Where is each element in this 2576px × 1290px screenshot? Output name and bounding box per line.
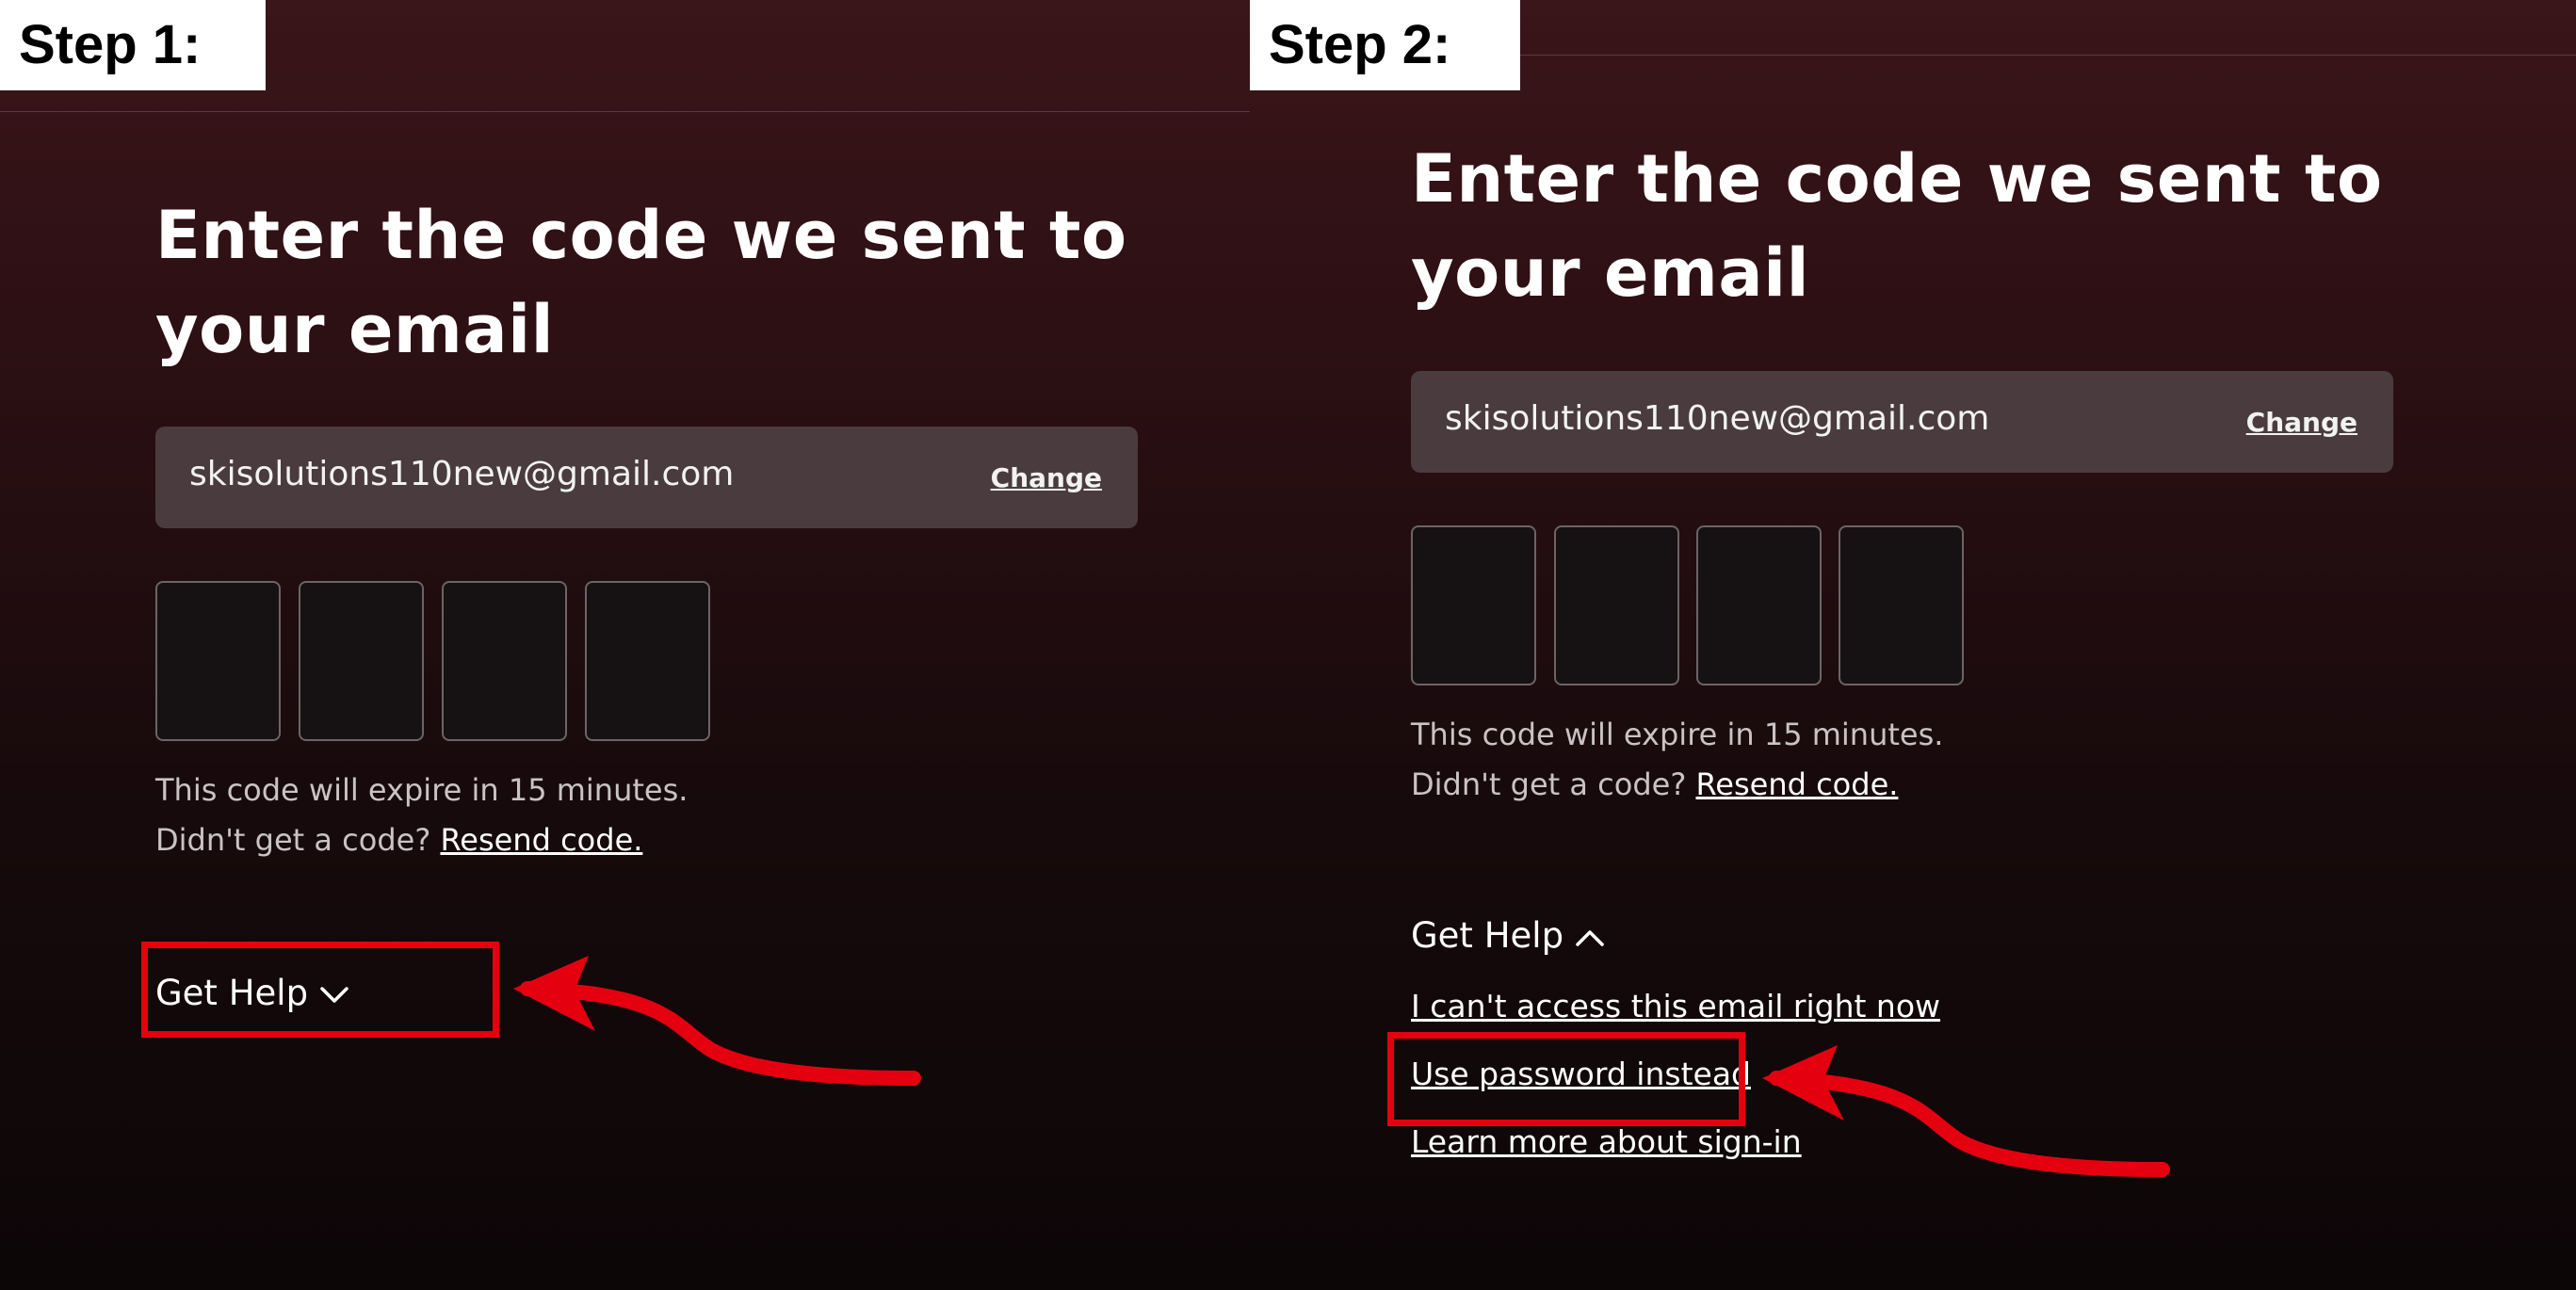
- cant-access-email-link[interactable]: I can't access this email right now: [1411, 988, 1940, 1024]
- chevron-up-icon: [1576, 929, 1604, 946]
- red-arrow: [1762, 1045, 2170, 1177]
- email-display: skisolutions110new@gmail.com Change: [1411, 371, 2393, 473]
- title-line-1: Enter the code we sent to: [155, 197, 1127, 274]
- learn-more-sign-in-link[interactable]: Learn more about sign-in: [1411, 1123, 1802, 1160]
- get-help-label: Get Help: [1411, 915, 1564, 956]
- resend-code-link[interactable]: Resend code.: [1695, 766, 1898, 802]
- header-divider: [0, 111, 1250, 112]
- code-info: This code will expire in 15 minutes. Did…: [1411, 710, 1943, 810]
- get-help-toggle[interactable]: Get Help: [1411, 915, 1605, 956]
- change-email-link[interactable]: Change: [991, 462, 1102, 493]
- resend-code-link[interactable]: Resend code.: [440, 822, 642, 858]
- email-address: skisolutions110new@gmail.com: [189, 455, 735, 493]
- code-digit-2-input[interactable]: [1554, 525, 1679, 685]
- resend-prompt: Didn't get a code?: [155, 822, 431, 858]
- title-line-2: your email: [155, 291, 555, 368]
- code-info: This code will expire in 15 minutes. Did…: [155, 766, 688, 865]
- code-digit-3-input[interactable]: [442, 581, 567, 741]
- code-digit-1-input[interactable]: [1411, 525, 1536, 685]
- highlight-box: [141, 942, 499, 1038]
- step-label: Step 2:: [1250, 0, 1520, 90]
- step-label: Step 1:: [0, 0, 266, 90]
- red-arrow: [513, 956, 921, 1086]
- code-digit-2-input[interactable]: [299, 581, 424, 741]
- expire-text: This code will expire in 15 minutes.: [1411, 717, 1944, 752]
- page-title: Enter the code we sent to your email: [1411, 132, 2383, 320]
- step-2-panel: Step 2: Enter the code we sent to your e…: [1250, 0, 2576, 1290]
- step-1-panel: Step 1: Enter the code we sent to your e…: [0, 0, 1250, 1290]
- code-digit-4-input[interactable]: [585, 581, 710, 741]
- expire-text: This code will expire in 15 minutes.: [155, 772, 689, 808]
- code-digit-4-input[interactable]: [1839, 525, 1964, 685]
- code-digit-3-input[interactable]: [1696, 525, 1822, 685]
- email-address: skisolutions110new@gmail.com: [1445, 399, 1990, 438]
- highlight-box: [1387, 1032, 1745, 1126]
- resend-prompt: Didn't get a code?: [1411, 766, 1687, 802]
- change-email-link[interactable]: Change: [2246, 407, 2357, 438]
- title-line-2: your email: [1411, 234, 1810, 312]
- code-digit-1-input[interactable]: [155, 581, 281, 741]
- email-display: skisolutions110new@gmail.com Change: [155, 427, 1138, 528]
- title-line-1: Enter the code we sent to: [1411, 140, 2383, 218]
- page-title: Enter the code we sent to your email: [155, 188, 1127, 377]
